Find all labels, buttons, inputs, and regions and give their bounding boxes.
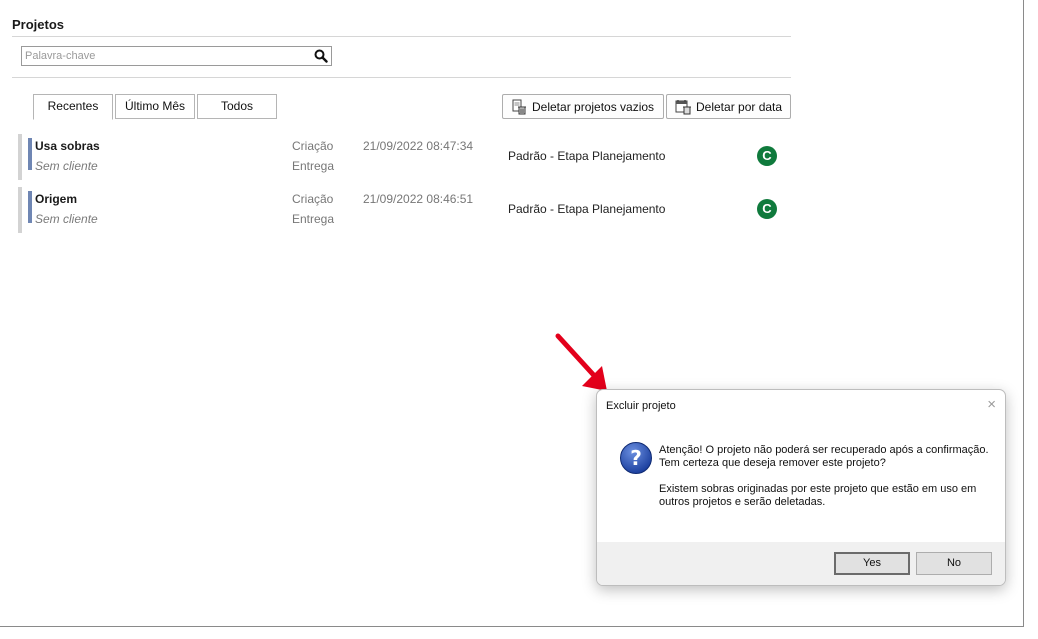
created-label: Criação bbox=[292, 192, 334, 206]
trash-document-icon bbox=[512, 99, 526, 114]
dialog-footer: Yes No bbox=[597, 542, 1005, 585]
row-marker bbox=[18, 187, 22, 233]
close-icon[interactable]: × bbox=[987, 396, 996, 413]
calendar-trash-icon bbox=[675, 99, 691, 114]
dialog-info-text: Existem sobras originadas por este proje… bbox=[659, 483, 977, 508]
status-badge[interactable]: C bbox=[757, 199, 777, 219]
yes-button[interactable]: Yes bbox=[834, 552, 910, 575]
dialog-warning-text: Atenção! O projeto não poderá ser recupe… bbox=[659, 444, 989, 456]
delete-by-date-label: Deletar por data bbox=[696, 99, 783, 114]
row-accent bbox=[28, 138, 32, 170]
created-date: 21/09/2022 08:46:51 bbox=[363, 192, 474, 206]
search-box[interactable] bbox=[21, 46, 332, 66]
divider bbox=[12, 77, 791, 78]
dialog-title: Excluir projeto bbox=[606, 400, 676, 412]
search-input[interactable] bbox=[22, 47, 307, 65]
project-row[interactable]: Usa sobras Sem cliente Criação Entrega 2… bbox=[18, 134, 788, 180]
tab-recentes[interactable]: Recentes bbox=[33, 94, 113, 120]
created-label: Criação bbox=[292, 139, 334, 153]
dialog-message: Atenção! O projeto não poderá ser recupe… bbox=[659, 444, 989, 509]
project-stage: Padrão - Etapa Planejamento bbox=[508, 149, 666, 163]
search-icon[interactable] bbox=[314, 49, 328, 63]
delete-by-date-button[interactable]: Deletar por data bbox=[666, 94, 791, 119]
tab-ultimo-mes[interactable]: Último Mês bbox=[115, 94, 195, 119]
project-row[interactable]: Origem Sem cliente Criação Entrega 21/09… bbox=[18, 187, 788, 233]
project-client: Sem cliente bbox=[35, 212, 98, 226]
tab-todos[interactable]: Todos bbox=[197, 94, 277, 119]
no-button[interactable]: No bbox=[916, 552, 992, 575]
project-name: Origem bbox=[35, 192, 78, 206]
delete-empty-projects-button[interactable]: Deletar projetos vazios bbox=[502, 94, 664, 119]
svg-text:?: ? bbox=[630, 446, 642, 470]
created-date: 21/09/2022 08:47:34 bbox=[363, 139, 474, 153]
page-title: Projetos bbox=[12, 17, 65, 32]
project-stage: Padrão - Etapa Planejamento bbox=[508, 202, 666, 216]
project-client: Sem cliente bbox=[35, 159, 98, 173]
project-name: Usa sobras bbox=[35, 139, 100, 153]
divider bbox=[12, 36, 791, 37]
status-badge[interactable]: C bbox=[757, 146, 777, 166]
delete-project-dialog: Excluir projeto × ? Atenção! O projeto n… bbox=[596, 389, 1006, 586]
delivery-label: Entrega bbox=[292, 159, 335, 173]
row-accent bbox=[28, 191, 32, 223]
delete-empty-projects-label: Deletar projetos vazios bbox=[532, 99, 655, 114]
red-arrow-icon bbox=[555, 333, 607, 391]
dialog-question-text: Tem certeza que deseja remover este proj… bbox=[659, 457, 886, 469]
delivery-label: Entrega bbox=[292, 212, 335, 226]
row-marker bbox=[18, 134, 22, 180]
question-icon: ? bbox=[620, 442, 652, 474]
